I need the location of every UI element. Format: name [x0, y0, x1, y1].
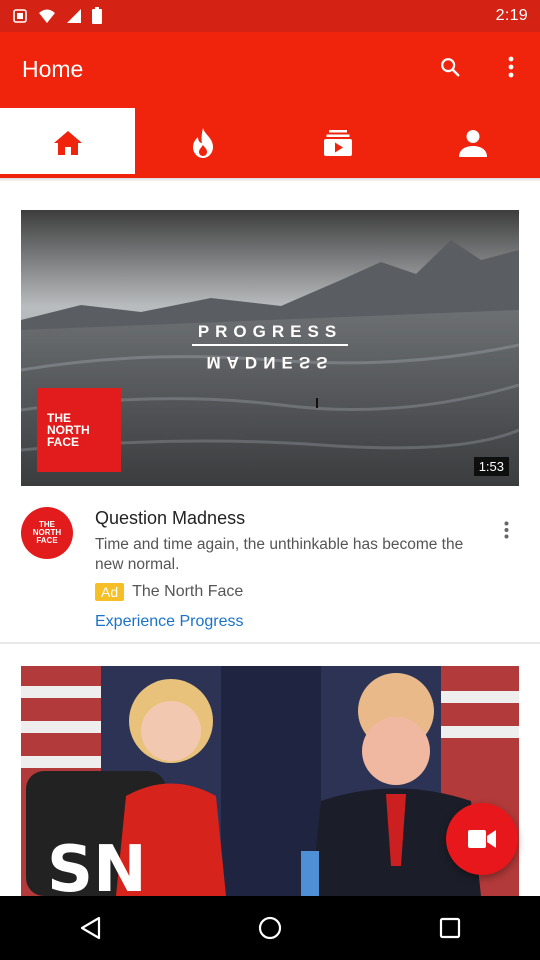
card-options-button[interactable]: [496, 518, 516, 542]
ad-badge: Ad: [95, 583, 125, 601]
home-icon: [53, 131, 82, 155]
status-time: 2:19: [495, 7, 528, 24]
home-button[interactable]: [240, 898, 300, 958]
wifi-icon: [39, 9, 55, 23]
channel-avatar[interactable]: THE NORTH FACE: [21, 507, 73, 559]
video-title[interactable]: Question Madness: [95, 508, 245, 529]
app-bar: Home: [0, 32, 540, 178]
video-thumbnail-2[interactable]: SN: [21, 666, 519, 896]
battery-icon: [92, 7, 102, 24]
more-options-button[interactable]: [494, 50, 528, 84]
thumbnail-logo-text: SN: [47, 833, 147, 896]
tab-subscriptions[interactable]: [270, 108, 405, 178]
subscriptions-icon: [323, 130, 352, 156]
video-title-overlay: PROGRESS MADNESS: [21, 322, 519, 372]
search-icon: [441, 58, 460, 77]
person-icon: [458, 130, 487, 157]
status-left-icons: [12, 7, 102, 24]
fire-icon: [192, 128, 213, 158]
recents-icon: [439, 917, 461, 939]
back-icon: [80, 916, 101, 940]
status-bar: 2:19: [0, 0, 540, 32]
video-description: Time and time again, the unthinkable has…: [95, 536, 464, 573]
overlay-divider: [192, 344, 348, 346]
tab-bar: [0, 108, 540, 178]
tab-trending[interactable]: [135, 108, 270, 178]
card-separator: [0, 642, 540, 644]
videocam-icon: [468, 830, 496, 848]
more-vert-icon: [504, 521, 508, 539]
more-vert-icon: [508, 56, 514, 78]
video-card: PROGRESS MADNESS THE NORTH FACE 1:53 THE…: [0, 184, 540, 642]
overlay-text-bottom: MADNESS: [206, 353, 334, 372]
tab-home[interactable]: [0, 108, 135, 178]
brand-logo: THE NORTH FACE: [37, 388, 121, 472]
system-nav-bar: [0, 896, 540, 960]
home-circle-icon: [258, 916, 282, 940]
video-thumbnail[interactable]: PROGRESS MADNESS THE NORTH FACE 1:53: [21, 210, 519, 486]
record-video-button[interactable]: [446, 803, 518, 875]
brand-logo-line-3: FACE: [47, 435, 80, 449]
app-bar-shadow: [0, 178, 540, 182]
notification-icon: [13, 8, 27, 23]
avatar-logo-line-3: FACE: [36, 536, 58, 545]
recents-button[interactable]: [420, 898, 480, 958]
signal-icon: [67, 8, 81, 23]
cta-link[interactable]: Experience Progress: [95, 613, 244, 631]
overlay-text-top: PROGRESS: [197, 322, 343, 341]
advertiser-name: The North Face: [132, 583, 244, 600]
back-button[interactable]: [60, 898, 120, 958]
tab-account[interactable]: [405, 108, 540, 178]
video-duration: 1:53: [473, 457, 509, 476]
search-button[interactable]: [433, 50, 467, 84]
ad-row: Ad The North Face: [95, 583, 243, 601]
page-title: Home: [22, 56, 84, 82]
